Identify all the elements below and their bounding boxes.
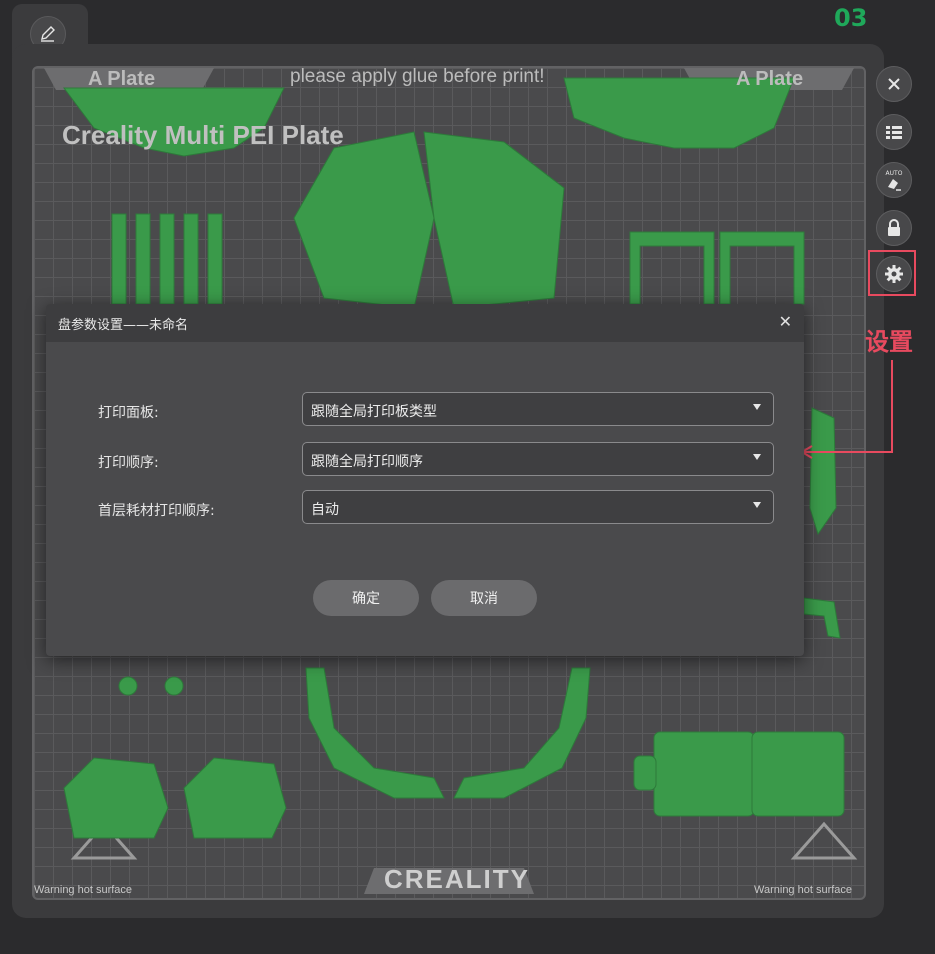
model-part-block-cap [633,755,657,791]
bed-type-select[interactable]: 跟随全局打印板类型 [302,392,774,426]
model-part-arc-right [453,667,591,799]
chevron-down-icon [753,454,761,460]
model-part-finger-4 [183,213,199,305]
warning-right: Warning hot surface [754,884,853,896]
first-layer-order-value: 自动 [311,502,339,518]
settings-highlight-frame [868,250,916,296]
auto-label: AUTO [885,169,903,177]
model-part-frame-right [719,231,805,305]
lock-icon [888,219,900,236]
model-part-finger-3 [159,213,175,305]
brand-logo: CREALITY [384,864,530,894]
model-part-chest-left [293,131,435,309]
cancel-button[interactable]: 取消 [431,580,537,616]
model-part-finger-2 [135,213,151,305]
dialog-close-button[interactable]: ✕ [779,312,792,331]
ok-button[interactable]: 确定 [313,580,419,616]
plate-settings-dialog: 盘参数设置——未命名 ✕ 打印面板: 跟随全局打印板类型 打印顺序: 跟随全局打… [46,304,804,656]
glue-notice: please apply glue before print! [290,66,545,87]
model-part-joint-2 [164,676,184,696]
chevron-down-icon [753,502,761,508]
plate-step-number: 03 [834,4,868,32]
print-sequence-value: 跟随全局打印顺序 [311,454,423,470]
print-sequence-label: 打印顺序: [98,455,159,471]
model-part-finger-5 [207,213,223,305]
model-part-bracer-left [63,757,169,839]
auto-arrange-icon [888,178,901,191]
auto-arrange-button[interactable]: AUTO [876,162,912,198]
bed-type-value: 跟随全局打印板类型 [311,404,437,420]
model-part-arc-left [305,667,445,799]
annotation-label: 设置 [865,328,913,356]
model-part-side-bracket [809,407,837,536]
model-part-hook [803,597,841,639]
dialog-header: 盘参数设置——未命名 ✕ [46,304,804,342]
bed-type-label: 打印面板: [98,405,159,421]
chevron-down-icon [753,404,761,410]
model-part-joint-1 [118,676,138,696]
dialog-title: 盘参数设置——未命名 [58,318,189,333]
first-layer-order-select[interactable]: 自动 [302,490,774,524]
list-icon [886,126,902,139]
model-part-chest-right [423,131,565,309]
model-part-block-left [653,731,755,817]
lock-plate-button[interactable] [876,210,912,246]
warning-left: Warning hot surface [34,884,133,896]
model-part-bracer-right [183,757,287,839]
close-plate-button[interactable] [876,66,912,102]
plate-tab-left-label: A Plate [88,68,156,90]
print-sequence-select[interactable]: 跟随全局打印顺序 [302,442,774,476]
plate-tab-right-label: A Plate [736,68,804,90]
model-part-block-right [751,731,845,817]
plate-name: Creality Multi PEI Plate [62,120,344,150]
first-layer-order-label: 首层耗材打印顺序: [98,503,215,519]
close-icon [888,78,900,90]
model-part-frame-left [629,231,715,305]
list-button[interactable] [876,114,912,150]
pencil-icon [41,26,55,42]
model-part-finger-1 [111,213,127,305]
